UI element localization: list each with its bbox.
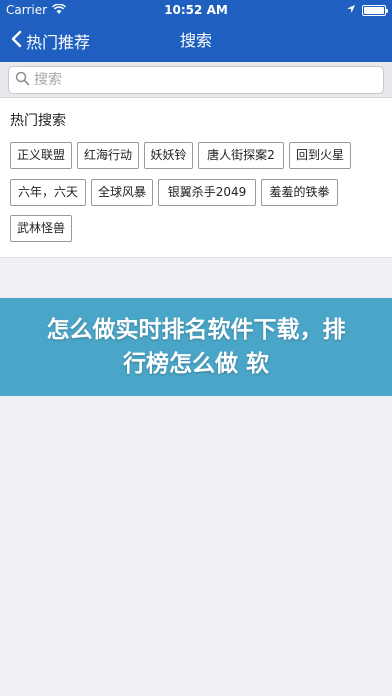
hot-tag[interactable]: 唐人街探案2 [198,142,284,169]
chevron-left-icon [10,30,22,52]
search-input[interactable] [34,72,377,88]
search-field[interactable] [8,66,384,94]
hot-tag[interactable]: 银翼杀手2049 [158,179,256,206]
hot-tag[interactable]: 全球风暴 [91,179,153,206]
hot-search-title: 热门搜索 [10,113,66,129]
back-button[interactable]: 热门推荐 [10,20,90,62]
status-bar: Carrier 10:52 AM [0,0,392,20]
hot-tag[interactable]: 羞羞的铁拳 [261,179,338,206]
hot-search-panel: 热门搜索 正义联盟 红海行动 妖妖铃 唐人街探案2 回到火星 六年，六天 全球风… [0,98,392,258]
back-button-label: 热门推荐 [26,33,91,52]
status-time: 10:52 AM [164,3,228,17]
location-icon [346,3,356,17]
carrier-label: Carrier [6,3,48,17]
hot-tag[interactable]: 武林怪兽 [10,215,72,242]
banner-text: 怎么做实时排名软件下载，排行榜怎么做 软 [46,317,346,377]
hot-tag[interactable]: 六年，六天 [10,179,86,206]
article-title-banner: 怎么做实时排名软件下载，排行榜怎么做 软 [0,298,392,396]
navigation-bar: 热门推荐 搜索 [0,20,392,62]
battery-icon [362,4,388,16]
search-icon [15,71,30,90]
wifi-icon [52,3,67,17]
hot-tag[interactable]: 回到火星 [289,142,351,169]
hot-tag[interactable]: 红海行动 [77,142,139,169]
search-bar [0,62,392,98]
hot-tag[interactable]: 妖妖铃 [144,142,193,169]
hot-tag[interactable]: 正义联盟 [10,142,72,169]
